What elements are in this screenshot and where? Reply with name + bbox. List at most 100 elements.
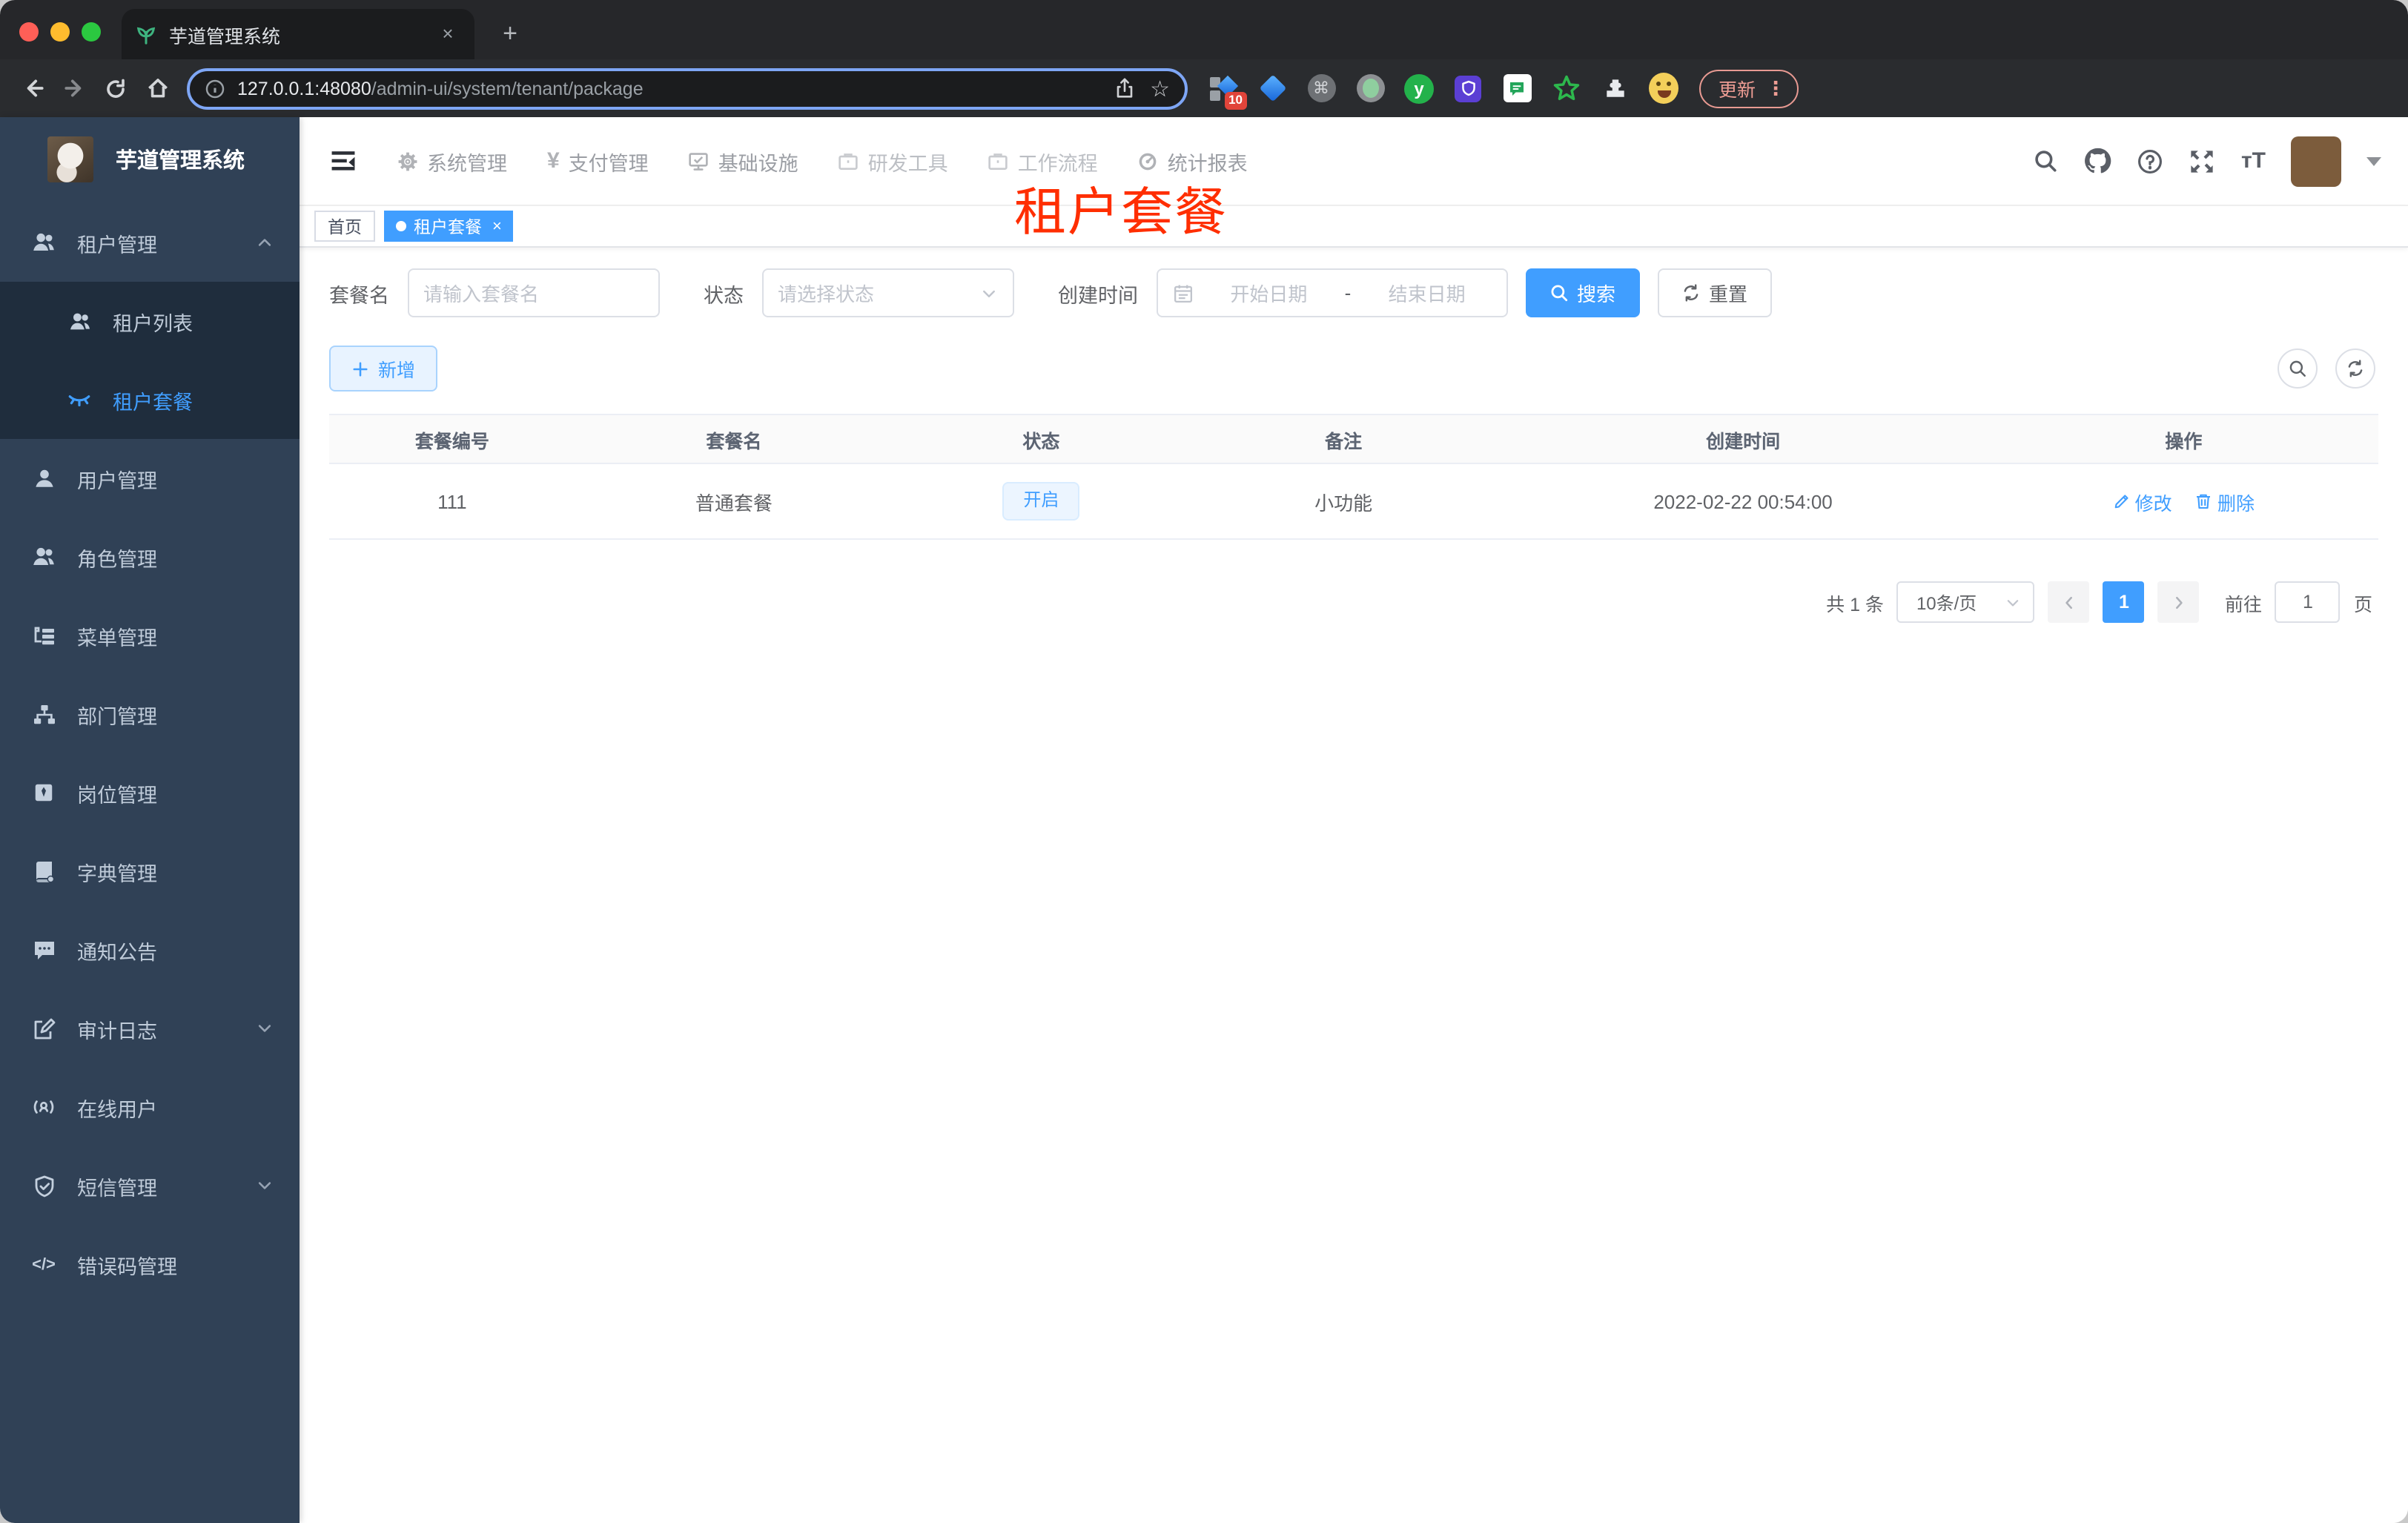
filter-form: 套餐名 请输入套餐名 状态 请选择状态 创建时间 开始日期 - 结束日期 搜索 …	[329, 268, 2378, 317]
col-header-id: 套餐编号	[414, 431, 489, 452]
goto-page-input[interactable]: 1	[2275, 581, 2341, 623]
home-button[interactable]	[136, 67, 178, 109]
extensions-bar: 10 ⌘ y	[1208, 73, 1678, 109]
people-icon	[31, 544, 56, 569]
star-extension-icon[interactable]	[1551, 73, 1581, 103]
topnav-item-workflow[interactable]: 工作流程	[988, 146, 1098, 176]
people-icon	[67, 309, 92, 333]
current-page-button[interactable]: 1	[2103, 581, 2145, 623]
github-icon[interactable]	[2084, 147, 2112, 175]
cell-package-name: 普通套餐	[695, 492, 773, 514]
pagination: 共 1 条 10条/页 1 前往 1 页	[329, 581, 2378, 623]
search-button[interactable]: 搜索	[1525, 268, 1640, 317]
status-filter-select[interactable]: 请选择状态	[761, 268, 1013, 317]
topnav-item-infrastructure[interactable]: 基础设施	[689, 146, 798, 176]
pencil-icon	[2114, 495, 2128, 509]
user-avatar[interactable]	[2291, 136, 2341, 186]
logo-image	[47, 136, 93, 182]
sidebar-item-error-code[interactable]: </> 错误码管理	[0, 1225, 300, 1304]
tenant-submenu: 租户列表 租户套餐	[0, 282, 300, 439]
url-bar[interactable]: 127.0.0.1:48080/admin-ui/system/tenant/p…	[187, 67, 1188, 109]
log-edit-icon	[31, 1017, 56, 1040]
tab-manager-extension-icon[interactable]: 10	[1208, 73, 1247, 109]
refresh-icon	[2348, 360, 2363, 377]
plus-icon	[353, 361, 368, 376]
sidebar-item-online-users[interactable]: 在线用户	[0, 1068, 300, 1146]
minimize-window-button[interactable]	[50, 22, 70, 42]
table-row[interactable]: 111 普通套餐 开启 小功能 2022-02-22 00:54:00 修改 删…	[329, 464, 2378, 540]
tab-close-icon[interactable]: ×	[434, 21, 461, 47]
site-info-icon[interactable]	[205, 78, 225, 99]
command-extension-icon[interactable]: ⌘	[1306, 73, 1336, 103]
sidebar-item-sms-management[interactable]: 短信管理	[0, 1146, 300, 1225]
sidebar-item-tenant-management[interactable]: 租户管理	[0, 203, 300, 282]
toggle-search-button[interactable]	[2278, 348, 2318, 389]
reload-button[interactable]	[95, 67, 136, 109]
edit-link[interactable]: 修改	[2113, 487, 2172, 515]
add-button[interactable]: 新增	[329, 346, 438, 392]
zoom-window-button[interactable]	[82, 22, 101, 42]
font-size-icon[interactable]: тT	[2241, 148, 2266, 174]
topnav-item-reports[interactable]: 统计报表	[1138, 146, 1248, 176]
browser-tab[interactable]: 芋道管理系统 ×	[122, 9, 474, 59]
sidebar-item-notice[interactable]: 通知公告	[0, 911, 300, 989]
sidebar-item-tenant-package[interactable]: 租户套餐	[0, 360, 300, 439]
browser-window: 芋道管理系统 × + 127.0.0.1:48080/admin-ui/syst…	[0, 0, 2408, 1523]
extensions-puzzle-icon[interactable]	[1600, 73, 1630, 103]
browser-menu-icon[interactable]: ⋮	[1766, 76, 1785, 100]
help-icon[interactable]	[2137, 148, 2164, 174]
time-filter-label: 创建时间	[1058, 284, 1138, 306]
browser-update-button[interactable]: 更新 ⋮	[1699, 69, 1799, 108]
sidebar-item-menu-management[interactable]: 菜单管理	[0, 596, 300, 675]
recorder-extension-icon[interactable]	[1355, 73, 1385, 103]
forward-button[interactable]	[53, 67, 95, 109]
sidebar-item-post-management[interactable]: 岗位管理	[0, 753, 300, 832]
chat-extension-icon[interactable]	[1502, 73, 1532, 103]
user-icon	[31, 466, 56, 490]
page-size-select[interactable]: 10条/页	[1896, 581, 2035, 623]
bookmark-star-icon[interactable]: ☆	[1150, 75, 1170, 102]
shield-extension-icon[interactable]	[1453, 73, 1483, 103]
tag-close-icon[interactable]: ×	[492, 217, 502, 235]
sidebar-item-tenant-list[interactable]: 租户列表	[0, 282, 300, 360]
sidebar-logo[interactable]: 芋道管理系统	[0, 123, 300, 194]
y-extension-icon[interactable]: y	[1404, 73, 1434, 103]
fullscreen-icon[interactable]	[2189, 148, 2216, 174]
refresh-icon	[1683, 284, 1698, 302]
tag-home[interactable]: 首页	[314, 211, 375, 242]
share-icon[interactable]	[1113, 77, 1135, 99]
sidebar-item-dept-management[interactable]: 部门管理	[0, 675, 300, 753]
close-window-button[interactable]	[19, 22, 39, 42]
date-range-picker[interactable]: 开始日期 - 结束日期	[1156, 268, 1507, 317]
sidebar-item-audit-log[interactable]: 审计日志	[0, 989, 300, 1068]
topnav-item-payment[interactable]: ¥ 支付管理	[547, 146, 649, 176]
prev-page-button[interactable]	[2048, 581, 2090, 623]
name-filter-input[interactable]: 请输入套餐名	[407, 268, 659, 317]
search-icon	[2289, 360, 2306, 377]
dashboard-icon	[1138, 151, 1159, 171]
reset-button[interactable]: 重置	[1657, 268, 1772, 317]
sidebar-item-user-management[interactable]: 用户管理	[0, 439, 300, 518]
url-host: 127.0.0.1:48080	[237, 78, 371, 99]
calendar-icon	[1172, 283, 1193, 303]
yen-icon: ¥	[547, 148, 560, 174]
sidebar-item-role-management[interactable]: 角色管理	[0, 518, 300, 596]
avatar-dropdown-caret[interactable]	[2366, 156, 2381, 165]
topnav-item-system[interactable]: 系统管理	[397, 146, 507, 176]
delete-link[interactable]: 删除	[2195, 487, 2255, 515]
topnav-item-devtools[interactable]: 研发工具	[838, 146, 948, 176]
kite-extension-icon[interactable]	[1257, 73, 1287, 103]
col-header-remark: 备注	[1325, 431, 1363, 452]
sidebar-item-dict-management[interactable]: 字典管理	[0, 832, 300, 911]
back-button[interactable]	[12, 67, 53, 109]
sidebar-collapse-icon[interactable]	[320, 139, 365, 183]
new-tab-button[interactable]: +	[492, 16, 528, 52]
refresh-table-button[interactable]	[2335, 348, 2375, 389]
top-nav-menu: 系统管理 ¥ 支付管理 基础设施 研发工具 工作流程 统计报表	[397, 146, 1248, 176]
profile-avatar-icon[interactable]	[1649, 73, 1678, 104]
search-icon[interactable]	[2034, 148, 2059, 174]
chevron-right-icon	[2175, 595, 2183, 609]
chevron-down-icon	[979, 284, 997, 302]
tag-tenant-package[interactable]: 租户套餐 ×	[384, 211, 514, 242]
next-page-button[interactable]	[2157, 581, 2200, 623]
